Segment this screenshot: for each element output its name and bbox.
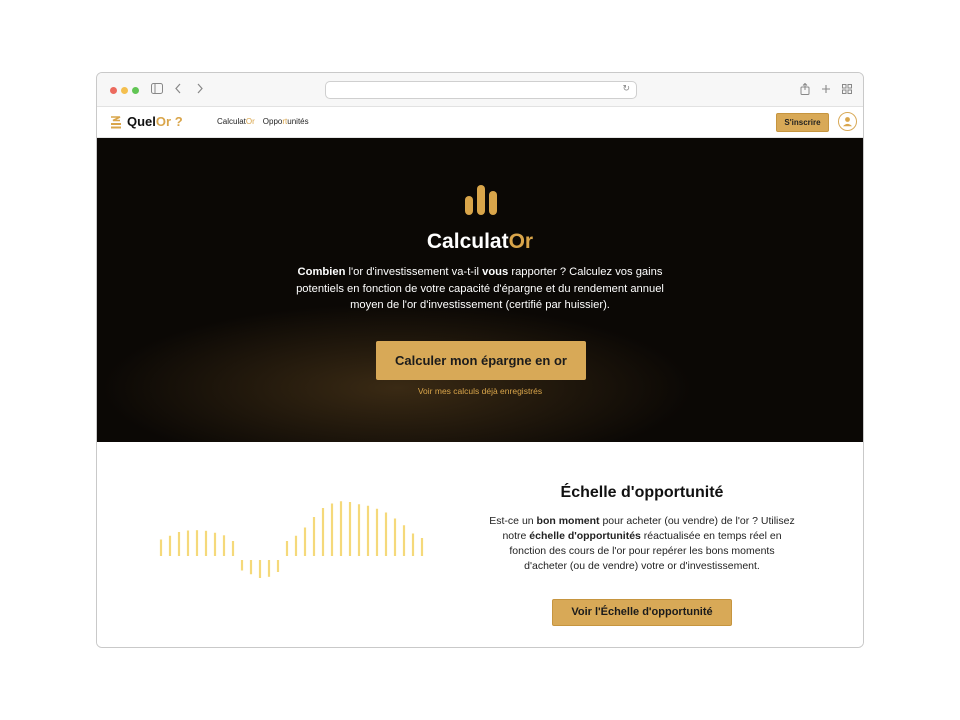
signup-button[interactable]: S'inscrire [776, 113, 829, 132]
logo-text: QuelOr ? [127, 114, 183, 129]
new-tab-icon[interactable] [821, 83, 831, 97]
site-logo[interactable]: QuelOr ? [110, 114, 183, 129]
main-nav: CalculatOr Opportunités [217, 117, 309, 126]
browser-toolbar: ↻ [97, 73, 863, 107]
maximize-window-button[interactable] [132, 87, 139, 94]
nav-link-opportunities[interactable]: Opportunités [263, 117, 309, 126]
user-icon [843, 117, 852, 127]
user-account-button[interactable] [838, 112, 857, 131]
view-opportunity-scale-button[interactable]: Voir l'Échelle d'opportunité [552, 599, 732, 626]
hero-title: CalculatOr [426, 230, 534, 253]
calculator-hero: CalculatOr Combien l'or d'investissement… [97, 138, 863, 442]
site-header: QuelOr ? CalculatOr Opportunités S'inscr… [97, 107, 863, 138]
browser-window: ↻ QuelOr ? CalculatOr Opportunités S'ins… [96, 72, 864, 648]
address-bar[interactable]: ↻ [325, 81, 637, 99]
tabs-overview-icon[interactable] [842, 83, 852, 97]
opportunity-title: Échelle d'opportunité [560, 484, 724, 501]
nav-link-calculator[interactable]: CalculatOr [217, 117, 255, 126]
opportunity-section: Échelle d'opportunité Est-ce un bon mome… [97, 442, 863, 647]
share-icon[interactable] [800, 82, 810, 98]
logo-mark-icon [111, 115, 121, 128]
opportunity-description: Est-ce un bon moment pour acheter (ou ve… [489, 515, 795, 572]
hero-description: Combien l'or d'investissement va-t-il vo… [296, 266, 664, 311]
minimize-window-button[interactable] [121, 87, 128, 94]
calculate-savings-button[interactable]: Calculer mon épargne en or [376, 341, 586, 380]
close-window-button[interactable] [110, 87, 117, 94]
reload-icon[interactable]: ↻ [622, 84, 630, 94]
saved-calculations-link[interactable]: Voir mes calculs déjà enregistrés [97, 386, 863, 396]
forward-icon[interactable] [196, 83, 204, 97]
sidebar-icon[interactable] [151, 83, 163, 97]
back-icon[interactable] [174, 83, 182, 97]
bar-chart-icon [464, 184, 498, 221]
opportunity-wave-graphic [159, 501, 424, 578]
